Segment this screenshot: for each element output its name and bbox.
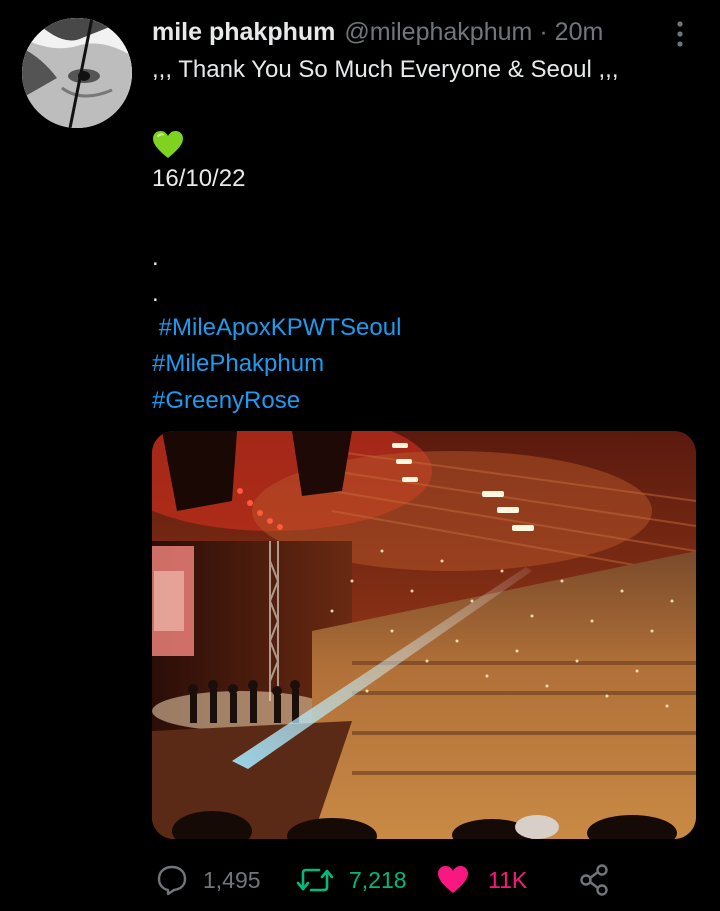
- display-name[interactable]: mile phakphum: [152, 18, 335, 47]
- like-button[interactable]: 11K: [436, 858, 527, 902]
- separator-dot: ·: [539, 17, 548, 46]
- retweet-count: 7,218: [349, 866, 407, 893]
- dot-line: .: [152, 244, 159, 271]
- date-text: 16/10/22: [152, 165, 246, 192]
- like-count: 11K: [488, 866, 528, 893]
- hashtag-link[interactable]: #MilePhakphum: [152, 349, 324, 379]
- reply-button[interactable]: 1,495: [155, 858, 261, 902]
- share-icon: [578, 863, 610, 897]
- retweet-button[interactable]: 7,218: [295, 858, 407, 902]
- hashtag-link[interactable]: #GreenyRose: [152, 386, 300, 416]
- hashtag-link[interactable]: #MileApoxKPWTSeoul: [152, 313, 402, 343]
- more-icon[interactable]: [668, 18, 692, 50]
- tweet-actions: 1,495 7,218 11K: [152, 858, 672, 902]
- like-icon: [436, 864, 470, 896]
- share-button[interactable]: [578, 858, 610, 902]
- reply-count: 1,495: [203, 866, 261, 893]
- tweet-text-line: ,,, Thank You So Much Everyone & Seoul ,…: [152, 56, 619, 83]
- avatar[interactable]: [22, 18, 132, 128]
- tweet[interactable]: mile phakphum @milephakphum · 20m ,,, Th…: [0, 0, 720, 911]
- user-handle[interactable]: @milephakphum: [344, 18, 532, 47]
- timestamp[interactable]: 20m: [555, 18, 604, 47]
- dot-line: .: [152, 280, 159, 307]
- reply-icon: [155, 863, 189, 897]
- tweet-photo[interactable]: [152, 431, 696, 839]
- tweet-header: mile phakphum @milephakphum · 20m: [152, 16, 682, 48]
- retweet-icon: [295, 863, 335, 897]
- green-heart-icon: [152, 130, 184, 160]
